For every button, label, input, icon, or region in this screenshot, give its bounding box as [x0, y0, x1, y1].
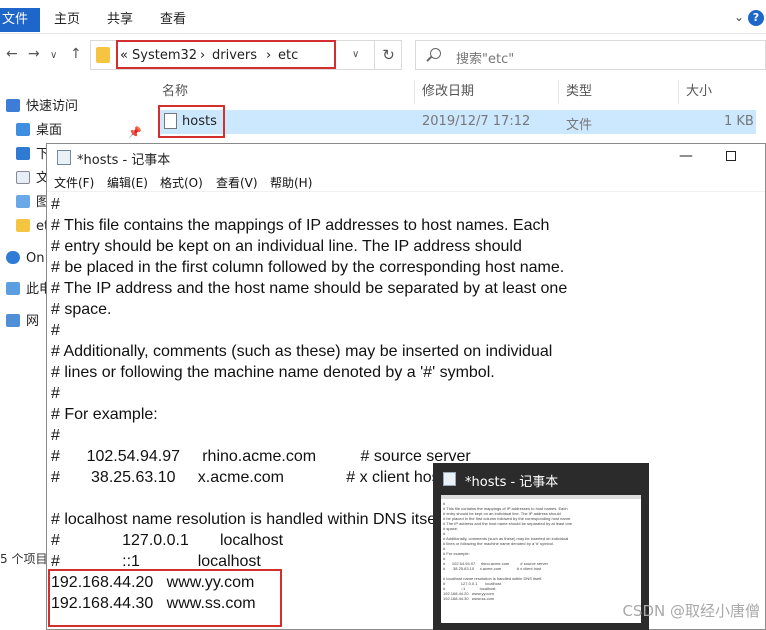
preview-thumbnail-bar [441, 495, 641, 499]
sidebar-item-onedrive[interactable]: On [6, 248, 44, 270]
menu-file[interactable]: 文件(F) [54, 174, 94, 191]
chevron-down-icon[interactable]: ⌄ [734, 10, 744, 24]
column-separator [558, 80, 559, 104]
ribbon-tab-view[interactable]: 查看 [160, 8, 186, 32]
notepad-icon [57, 150, 71, 165]
text-line: # space. [51, 301, 112, 318]
search-placeholder: 搜索"etc" [456, 52, 515, 67]
preview-title: *hosts - 记事本 [465, 475, 559, 490]
column-name[interactable]: 名称 [162, 78, 188, 106]
maximize-icon[interactable] [726, 151, 736, 161]
back-arrow-icon[interactable]: ← [6, 46, 18, 62]
file-row-hosts[interactable]: 2019/12/7 17:12 文件 1 KB [158, 110, 756, 134]
ribbon-tab-file[interactable]: 文件 [0, 8, 40, 32]
column-type[interactable]: 类型 [566, 78, 592, 106]
address-path-highlight[interactable]: « System32 › drivers › etc [116, 40, 336, 69]
ribbon-tab-share[interactable]: 共享 [107, 8, 133, 32]
chevron-down-icon[interactable]: ∨ [352, 49, 359, 60]
desktop-icon [16, 123, 30, 136]
text-line: # [51, 322, 60, 339]
search-input[interactable]: 搜索"etc" [415, 40, 766, 70]
overflow-chevron-icon[interactable]: « [120, 48, 128, 63]
file-icon [164, 113, 177, 129]
file-modified: 2019/12/7 17:12 [422, 114, 531, 129]
sidebar-item-downloads[interactable]: 下 [16, 144, 49, 166]
breadcrumb-separator-icon: › [266, 48, 272, 63]
sidebar-item-network[interactable]: 网 [6, 311, 39, 333]
column-modified[interactable]: 修改日期 [422, 78, 474, 106]
text-line: # localhost name resolution is handled w… [51, 511, 449, 528]
text-line: # lines or following the machine name de… [51, 364, 495, 381]
breadcrumb-etc[interactable]: etc [278, 48, 298, 63]
breadcrumb-system32[interactable]: System32 [132, 48, 197, 63]
ribbon-tab-home[interactable]: 主页 [54, 8, 80, 32]
pin-icon[interactable]: 📌 [128, 126, 142, 139]
text-line: # [51, 196, 60, 213]
notepad-title-bar[interactable]: *hosts - 记事本 — [47, 144, 765, 172]
minimize-icon[interactable]: — [679, 148, 693, 164]
text-line: # The IP address and the host name shoul… [51, 280, 568, 297]
preview-thumbnail-text: # # This file contains the mappings of I… [443, 501, 573, 601]
sidebar-item-quick-access[interactable]: 快速访问 [6, 96, 78, 118]
star-icon [6, 99, 20, 112]
notepad-icon [443, 472, 456, 486]
ip-entries-highlight [48, 569, 282, 627]
ribbon: 文件 主页 共享 查看 ⌄ ? [0, 0, 766, 34]
forward-arrow-icon[interactable]: → [28, 46, 40, 62]
file-name: hosts [182, 114, 217, 129]
notepad-menu-bar: 文件(F) 编辑(E) 格式(O) 查看(V) 帮助(H) [47, 172, 765, 192]
status-item-count: 5 个项目 [0, 552, 48, 566]
notepad-title: *hosts - 记事本 [77, 153, 171, 168]
preview-thumbnail: # # This file contains the mappings of I… [441, 495, 641, 623]
download-icon [16, 147, 30, 160]
help-icon[interactable]: ? [748, 10, 764, 26]
text-line: # [51, 385, 60, 402]
sidebar-item-documents[interactable]: 文 [16, 168, 49, 190]
menu-help[interactable]: 帮助(H) [270, 174, 312, 191]
search-icon [430, 48, 441, 59]
picture-icon [16, 195, 30, 208]
computer-icon [6, 282, 20, 295]
file-size: 1 KB [724, 114, 754, 129]
hosts-file-highlight[interactable]: hosts [158, 105, 225, 138]
sidebar-item-desktop[interactable]: 桌面 [16, 120, 62, 142]
menu-edit[interactable]: 编辑(E) [107, 174, 148, 191]
network-icon [6, 314, 20, 327]
column-size[interactable]: 大小 [686, 78, 712, 106]
file-type: 文件 [566, 118, 593, 133]
text-line: # Additionally, comments (such as these)… [51, 343, 553, 360]
folder-icon [16, 219, 30, 232]
taskbar-preview[interactable]: *hosts - 记事本 # # This file contains the … [433, 463, 649, 630]
folder-icon [96, 47, 110, 63]
text-line: # [51, 427, 60, 444]
column-separator [678, 80, 679, 104]
text-line: # For example: [51, 406, 158, 423]
notepad-window[interactable]: *hosts - 记事本 — 文件(F) 编辑(E) 格式(O) 查看(V) 帮… [46, 143, 766, 630]
column-separator [414, 80, 415, 104]
up-arrow-icon[interactable]: ↑ [70, 46, 82, 62]
menu-view[interactable]: 查看(V) [216, 174, 258, 191]
document-icon [16, 171, 30, 184]
menu-format[interactable]: 格式(O) [160, 174, 203, 191]
breadcrumb-separator-icon: › [200, 48, 206, 63]
text-line: # be placed in the first column followed… [51, 259, 565, 276]
text-line: # 127.0.0.1 localhost [51, 532, 284, 549]
text-line: # 102.54.94.97 rhino.acme.com # source s… [51, 448, 471, 465]
text-line: # 38.25.63.10 x.acme.com # x client host [51, 469, 445, 486]
cloud-icon [6, 251, 20, 264]
breadcrumb-drivers[interactable]: drivers [212, 48, 257, 63]
refresh-icon[interactable]: ↻ [374, 40, 402, 70]
text-line: # entry should be kept on an individual … [51, 238, 522, 255]
chevron-down-icon[interactable]: ∨ [50, 50, 57, 61]
text-line: # This file contains the mappings of IP … [51, 217, 550, 234]
watermark: CSDN @取经小唐僧 [622, 602, 760, 620]
sidebar-item-etc[interactable]: et [16, 216, 49, 238]
sidebar-item-pictures[interactable]: 图 [16, 192, 49, 214]
